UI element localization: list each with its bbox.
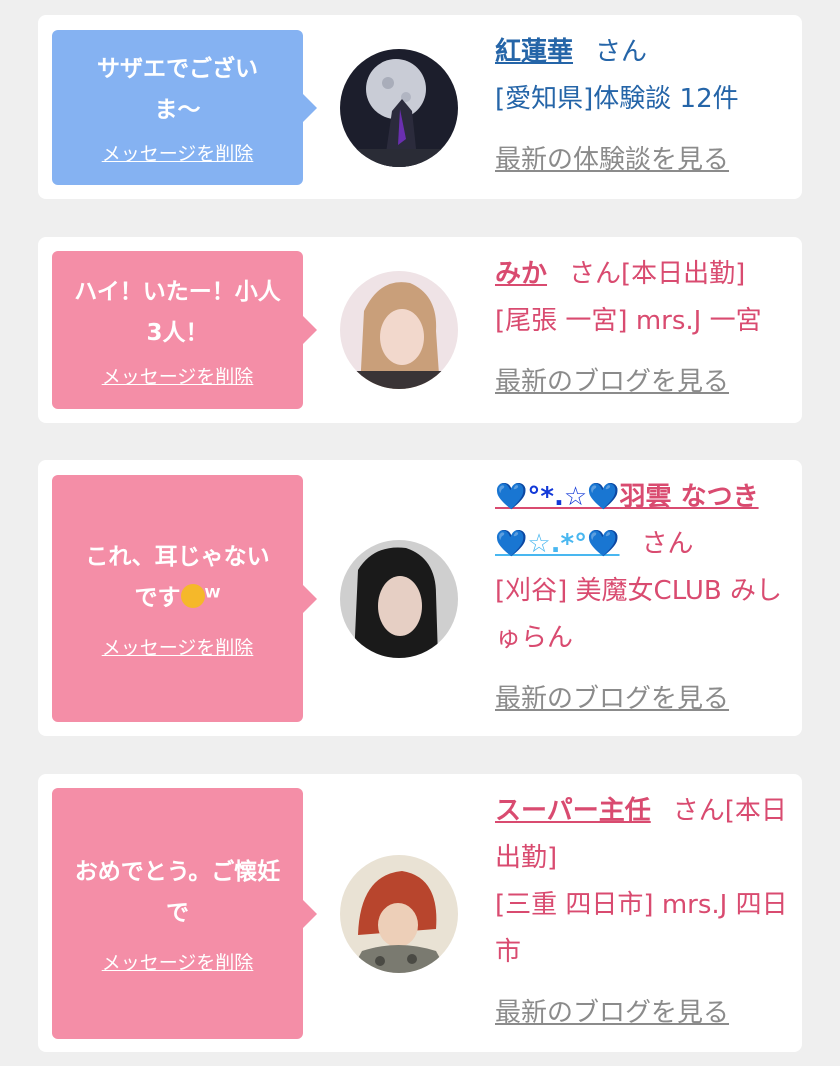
latest-link[interactable]: 最新の体験談を見る — [495, 137, 729, 184]
profile-name-link[interactable]: 紅蓮華 — [495, 37, 573, 67]
area-text: [刈谷] 美魔女CLUB みしゅらん — [495, 576, 783, 653]
avatar[interactable] — [340, 49, 458, 167]
avatar[interactable] — [340, 540, 458, 658]
delete-message-link[interactable]: メッセージを削除 — [102, 948, 254, 975]
profile-info: 💙°*.☆💙羽雲 なつき 💙☆.*°💙 さん [刈谷] 美魔女CLUB みしゅらん… — [495, 474, 791, 723]
area-text: [尾張 一宮] mrs.J 一宮 — [495, 306, 762, 336]
delete-message-link[interactable]: メッセージを削除 — [102, 633, 254, 660]
message-text-line1: これ、耳じゃない — [85, 544, 270, 570]
profile-info: 紅蓮華 さん [愛知県]体験談 12件 最新の体験談を見る — [495, 29, 791, 184]
message-text: おめでとう。ご懐妊で — [74, 859, 281, 926]
message-text: これ、耳じゃない です ᵂ — [70, 537, 285, 619]
delete-message-link[interactable]: メッセージを削除 — [102, 362, 254, 389]
profile-info: みか さん[本日出勤] [尾張 一宮] mrs.J 一宮 最新のブログを見る — [495, 251, 791, 406]
profile-name-link[interactable]: 💙°*.☆💙羽雲 なつき — [495, 474, 791, 521]
message-text: ハイ！いたー！小人3人！ — [74, 278, 281, 346]
message-bubble: これ、耳じゃない です ᵂ メッセージを削除 — [52, 475, 317, 722]
name-decoration-left: 💙°*.☆💙 — [495, 482, 620, 512]
profile-name-text: 羽雲 なつき — [619, 482, 759, 512]
message-bubble: ハイ！いたー！小人3人！ メッセージを削除 — [52, 251, 317, 409]
message-bubble: おめでとう。ご懐妊で メッセージを削除 — [52, 788, 317, 1039]
laughing-emoji-icon — [180, 584, 205, 608]
message-card: これ、耳じゃない です ᵂ メッセージを削除 💙°*.☆💙羽雲 なつき 💙☆.*°… — [38, 460, 802, 736]
profile-info: スーパー主任 さん[本日出勤] [三重 四日市] mrs.J 四日市 最新のブログ… — [495, 788, 791, 1037]
message-card: ハイ！いたー！小人3人！ メッセージを削除 みか さん[本日出勤] [尾張 一宮]… — [38, 237, 802, 423]
latest-link[interactable]: 最新のブログを見る — [495, 676, 729, 723]
message-card: おめでとう。ご懐妊で メッセージを削除 スーパー主任 さん[本日出勤] [三重 四… — [38, 774, 802, 1052]
name-suffix: さん — [641, 529, 694, 559]
latest-link[interactable]: 最新のブログを見る — [495, 990, 729, 1037]
area-text: [三重 四日市] mrs.J 四日市 — [495, 890, 788, 967]
message-text-line2: です — [134, 585, 181, 611]
latest-link[interactable]: 最新のブログを見る — [495, 359, 729, 406]
avatar[interactable] — [340, 855, 458, 973]
delete-message-link[interactable]: メッセージを削除 — [102, 139, 254, 166]
avatar[interactable] — [340, 271, 458, 389]
name-decoration-right[interactable]: 💙☆.*°💙 — [495, 529, 620, 559]
area-text: [愛知県]体験談 12件 — [495, 84, 739, 114]
message-text: サザエでございま〜 — [97, 56, 258, 123]
message-card: サザエでございま〜 メッセージを削除 紅蓮華 さん [愛知県]体験談 12件 最新… — [38, 15, 802, 199]
message-text-suffix: ᵂ — [204, 585, 221, 611]
profile-name-link[interactable]: スーパー主任 — [495, 796, 651, 826]
name-suffix: さん — [595, 37, 648, 67]
name-suffix: さん[本日出勤] — [569, 259, 746, 289]
message-bubble: サザエでございま〜 メッセージを削除 — [52, 30, 317, 185]
profile-name-link[interactable]: みか — [495, 259, 547, 289]
